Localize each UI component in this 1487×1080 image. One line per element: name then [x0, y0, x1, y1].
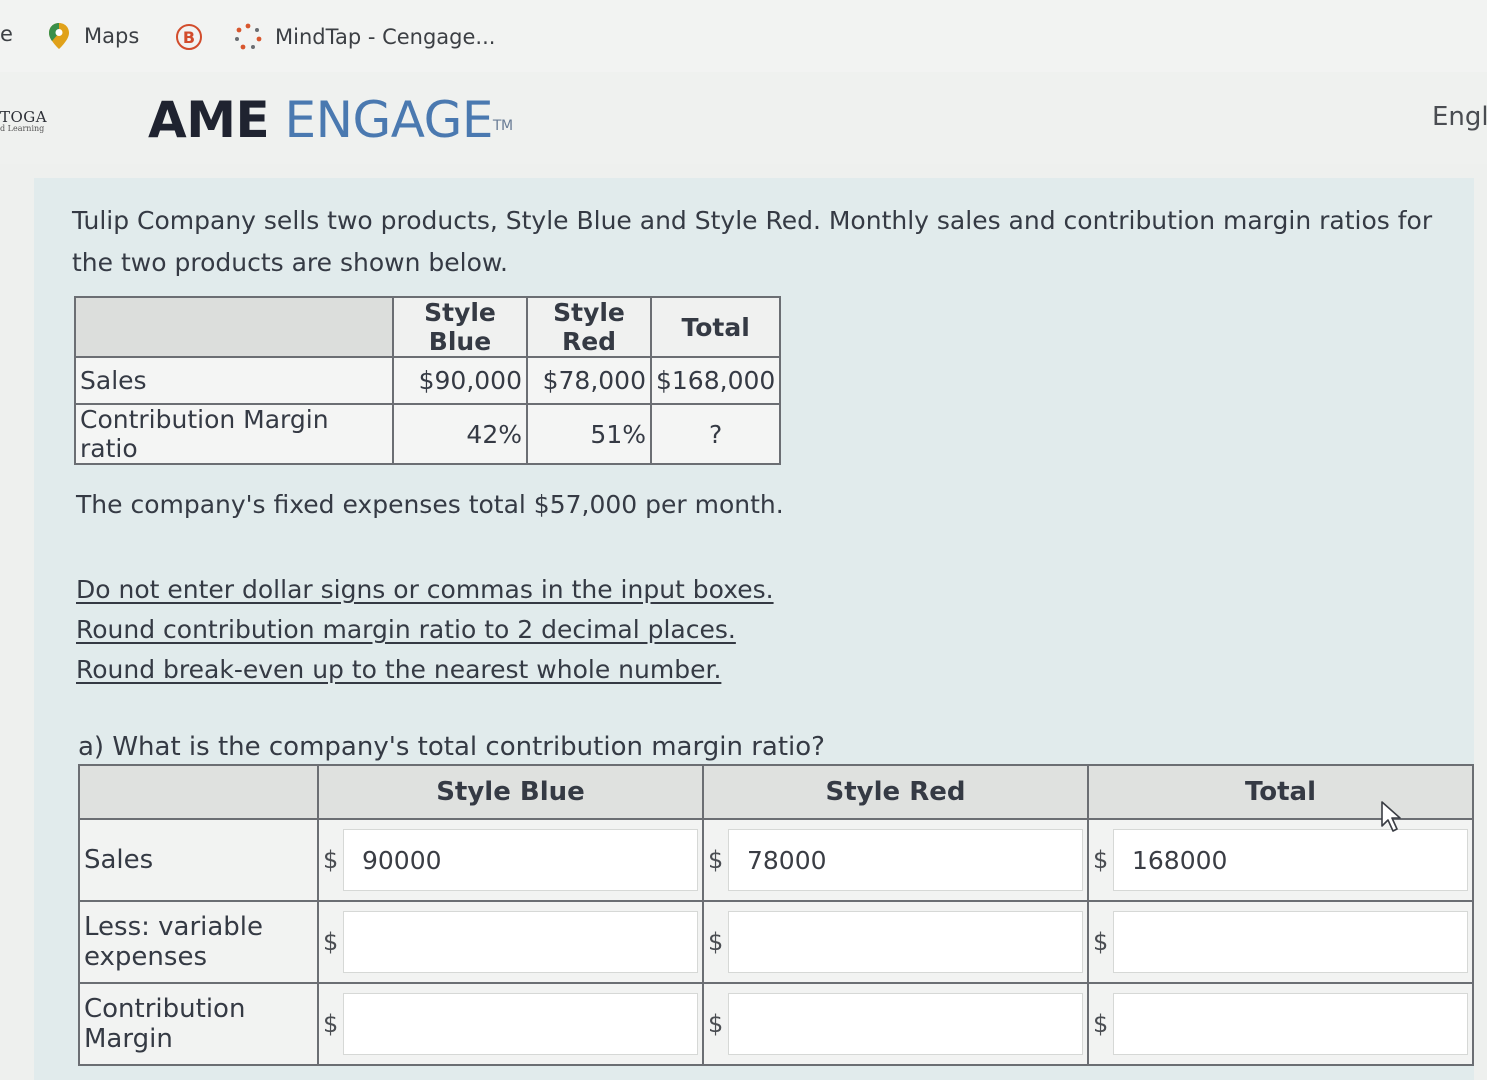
header-blank-cell — [74, 296, 394, 358]
header-style-red: Style Red — [526, 296, 652, 358]
answer-table: Style Blue Style Red Total Sales $ $ $ L… — [78, 764, 1474, 1066]
row-label-cm-ratio: Contribution Margin ratio — [74, 403, 394, 465]
sales-style-red-input[interactable] — [728, 829, 1083, 891]
currency-symbol: $ — [323, 928, 339, 956]
variable-expenses-style-red-input[interactable] — [728, 911, 1083, 973]
answer-cell: $ — [702, 982, 1089, 1066]
answer-cell: $ — [1087, 900, 1474, 984]
brand-tm: TM — [492, 118, 513, 134]
answer-row-label-variable-expenses: Less: variable expenses — [78, 900, 319, 984]
answer-cell: $ — [1087, 818, 1474, 902]
header-total: Total — [649, 296, 782, 358]
problem-intro: Tulip Company sells two products, Style … — [72, 206, 1433, 277]
answer-header-style-blue: Style Blue — [317, 764, 704, 820]
answer-header-row: Style Blue Style Red Total — [78, 764, 1474, 820]
table-row: Contribution Margin $ $ $ — [78, 982, 1474, 1066]
cm-ratio-style-red: 51% — [526, 403, 652, 465]
bookmark-mindtap-label: MindTap - Cengage... — [275, 25, 496, 49]
currency-symbol: $ — [1093, 928, 1109, 956]
mouse-cursor-icon — [1381, 801, 1401, 832]
answer-cell: $ — [317, 982, 704, 1066]
table-header-row: Style Blue Style Red Total — [74, 296, 782, 358]
bookmarks-bar: e Maps B MindTap - Cengage... — [0, 0, 1487, 73]
bookmark-mindtap[interactable]: MindTap - Cengage... — [233, 22, 495, 52]
sales-total-input[interactable] — [1113, 829, 1468, 891]
question-a-prompt: a) What is the company's total contribut… — [78, 732, 825, 762]
brand-bold: AME — [148, 91, 270, 149]
table-row: Less: variable expenses $ $ $ — [78, 900, 1474, 984]
answer-header-total: Total — [1087, 764, 1474, 820]
partner-logo[interactable]: TOGA d Learning — [0, 108, 47, 133]
contribution-margin-total-input[interactable] — [1113, 993, 1468, 1055]
answer-header-style-red: Style Red — [702, 764, 1089, 820]
map-pin-icon — [49, 23, 69, 49]
currency-symbol: $ — [708, 1010, 724, 1038]
instruction-item: Round break-even up to the nearest whole… — [76, 655, 722, 684]
answer-cell: $ — [702, 900, 1089, 984]
currency-symbol: $ — [708, 846, 724, 874]
table-row: Contribution Margin ratio 42% 51% ? — [74, 403, 782, 465]
answer-row-label-sales: Sales — [78, 818, 319, 902]
contribution-margin-style-red-input[interactable] — [728, 993, 1083, 1055]
b-badge-icon[interactable]: B — [176, 24, 202, 50]
brand-light: ENGAGE — [284, 91, 494, 149]
instruction-item: Do not enter dollar signs or commas in t… — [76, 575, 774, 604]
site-header: TOGA d Learning AME ENGAGETM Engli — [0, 72, 1487, 164]
currency-symbol: $ — [708, 928, 724, 956]
currency-symbol: $ — [323, 846, 339, 874]
bookmark-maps-label: Maps — [84, 24, 140, 48]
variable-expenses-total-input[interactable] — [1113, 911, 1468, 973]
partner-logo-subtext: d Learning — [0, 124, 45, 133]
instruction-item: Round contribution margin ratio to 2 dec… — [76, 615, 736, 644]
variable-expenses-style-blue-input[interactable] — [343, 911, 698, 973]
cm-ratio-total: ? — [649, 403, 782, 465]
table-row: Sales $ $ $ — [78, 818, 1474, 902]
answer-cell: $ — [317, 900, 704, 984]
mindtap-icon — [235, 23, 262, 50]
cm-ratio-style-blue: 42% — [392, 403, 528, 465]
fixed-expenses-text: The company's fixed expenses total $57,0… — [76, 490, 784, 519]
problem-panel: Tulip Company sells two products, Style … — [34, 178, 1474, 1080]
b-badge-label: B — [182, 27, 196, 47]
given-data-table: Style Blue Style Red Total Sales $90,000… — [74, 296, 782, 465]
contribution-margin-style-blue-input[interactable] — [343, 993, 698, 1055]
answer-cell: $ — [1087, 982, 1474, 1066]
sales-style-blue-input[interactable] — [343, 829, 698, 891]
row-label-sales: Sales — [74, 356, 394, 405]
bookmark-maps[interactable]: Maps — [48, 22, 139, 50]
answer-cell: $ — [702, 818, 1089, 902]
brand-logo[interactable]: AME ENGAGETM — [148, 90, 513, 150]
sales-total: $168,000 — [649, 356, 782, 405]
answer-cell: $ — [317, 818, 704, 902]
answer-header-blank — [78, 764, 319, 820]
language-selector[interactable]: Engli — [1432, 102, 1487, 132]
table-row: Sales $90,000 $78,000 $168,000 — [74, 356, 782, 405]
currency-symbol: $ — [1093, 1010, 1109, 1038]
sales-style-red: $78,000 — [526, 356, 652, 405]
header-style-blue: Style Blue — [392, 296, 528, 358]
currency-symbol: $ — [1093, 846, 1109, 874]
answer-row-label-contribution-margin: Contribution Margin — [78, 982, 319, 1066]
bookmark-partial[interactable]: e — [0, 22, 13, 46]
currency-symbol: $ — [323, 1010, 339, 1038]
sales-style-blue: $90,000 — [392, 356, 528, 405]
instructions: Do not enter dollar signs or commas in t… — [76, 570, 774, 690]
